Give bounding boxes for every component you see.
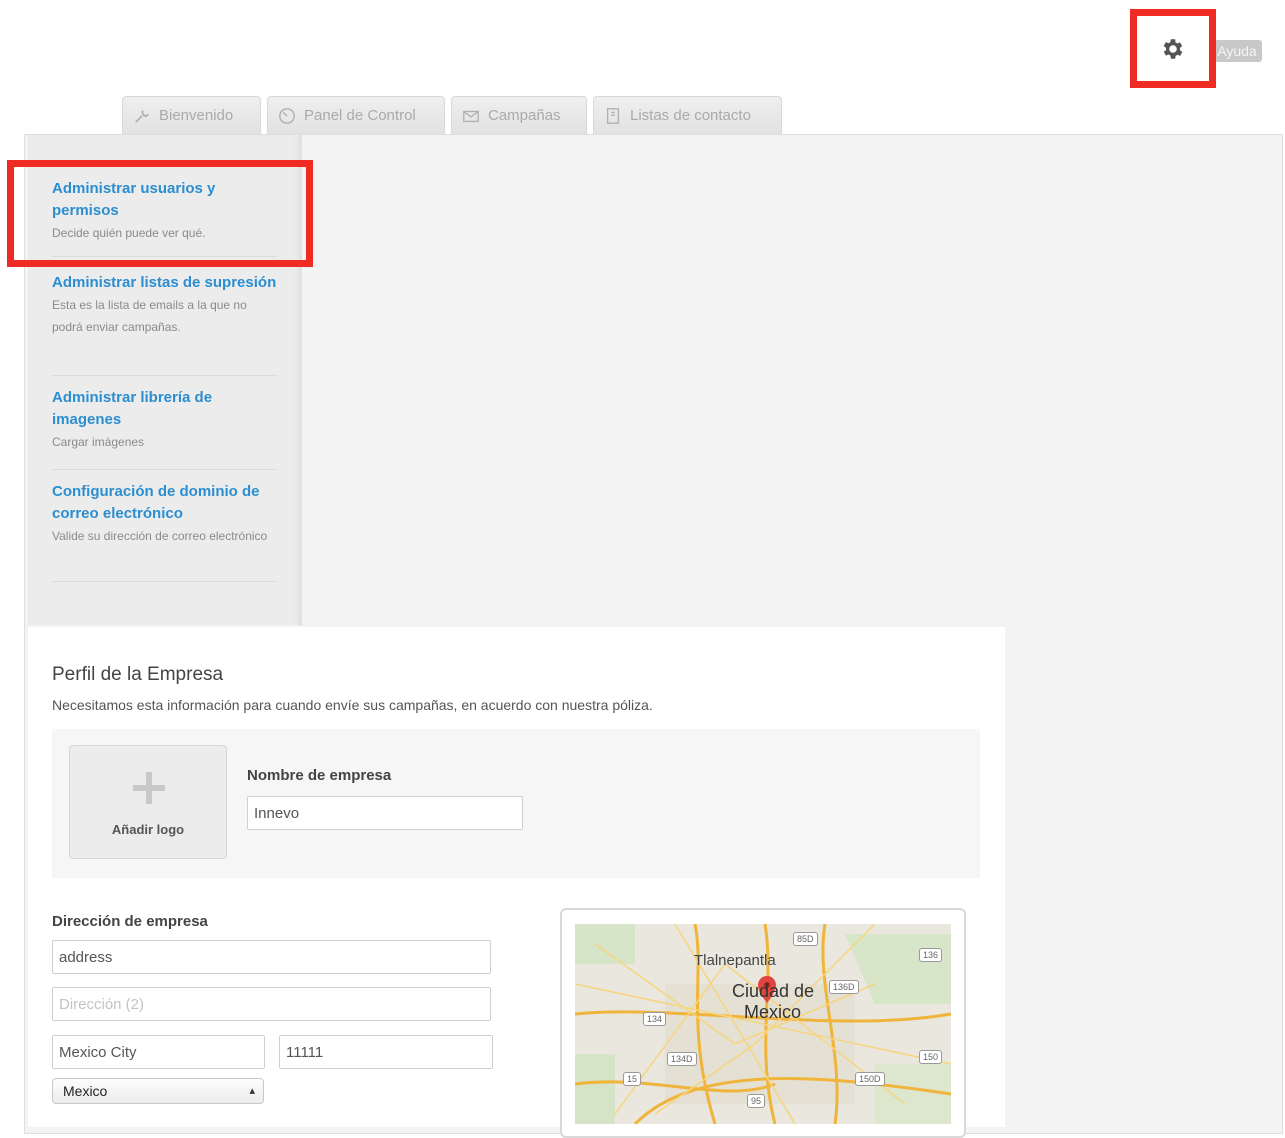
tab-bienvenido[interactable]: Bienvenido xyxy=(122,96,261,134)
road-shield: 15 xyxy=(623,1072,642,1086)
road-shield: 136 xyxy=(919,948,943,962)
address2-input[interactable] xyxy=(52,987,491,1021)
tab-campanas[interactable]: Campañas xyxy=(451,96,587,134)
sidebar-item-imagenes[interactable]: Administrar librería de imagenes Cargar … xyxy=(52,387,278,453)
settings-gear-button[interactable] xyxy=(1150,30,1196,72)
zip-input[interactable] xyxy=(279,1035,493,1069)
road-shield: 95 xyxy=(747,1094,766,1108)
main-tabs: Bienvenido Panel de Control Campañas Lis… xyxy=(122,96,782,136)
map-label-tlalnepantla: Tlalnepantla xyxy=(694,952,776,969)
road-shield: 136D xyxy=(829,980,859,994)
help-button[interactable]: Ayuda xyxy=(1212,40,1262,62)
road-shield: 85D xyxy=(793,932,818,946)
page-subtitle: Necesitamos esta información para cuando… xyxy=(52,697,653,713)
tab-panel-de-control[interactable]: Panel de Control xyxy=(267,96,445,134)
city-input[interactable] xyxy=(52,1035,265,1069)
company-address-label: Dirección de empresa xyxy=(52,913,208,930)
gear-icon xyxy=(1160,36,1186,67)
sidebar-item-supresion[interactable]: Administrar listas de supresión Esta es … xyxy=(52,272,278,338)
company-name-input[interactable] xyxy=(247,796,523,830)
address-input[interactable] xyxy=(52,940,491,974)
country-select[interactable]: Mexico ▴ xyxy=(52,1078,264,1104)
tab-listas-de-contacto[interactable]: Listas de contacto xyxy=(593,96,782,134)
page-title: Perfil de la Empresa xyxy=(52,664,224,685)
sidebar-divider xyxy=(52,469,278,470)
road-shield: 134D xyxy=(667,1052,697,1066)
road-shield: 134 xyxy=(643,1012,667,1026)
road-shield: 150 xyxy=(919,1050,943,1064)
company-name-label: Nombre de empresa xyxy=(247,767,392,784)
sidebar-item-usuarios[interactable]: Administrar usuarios y permisos Decide q… xyxy=(52,178,278,244)
updown-arrows-icon: ▴ xyxy=(249,1085,255,1097)
sidebar-item-dominio[interactable]: Configuración de dominio de correo elect… xyxy=(52,481,278,547)
contact-book-icon xyxy=(604,107,622,125)
map-label-mexico: Mexico xyxy=(744,1002,802,1022)
sidebar-divider xyxy=(52,375,278,376)
sidebar-divider xyxy=(52,256,278,257)
sidebar-divider xyxy=(52,581,278,582)
plus-icon xyxy=(133,772,165,804)
envelope-icon xyxy=(462,107,480,125)
add-logo-button[interactable]: Añadir logo xyxy=(69,745,227,859)
wrench-icon xyxy=(133,107,151,125)
location-map[interactable]: Tlalnepantla Ciudad de Mexico 85D 136 13… xyxy=(575,924,951,1124)
gauge-icon xyxy=(278,107,296,125)
map-label-ciudad: Ciudad de xyxy=(732,981,815,1001)
road-shield: 150D xyxy=(855,1072,885,1086)
